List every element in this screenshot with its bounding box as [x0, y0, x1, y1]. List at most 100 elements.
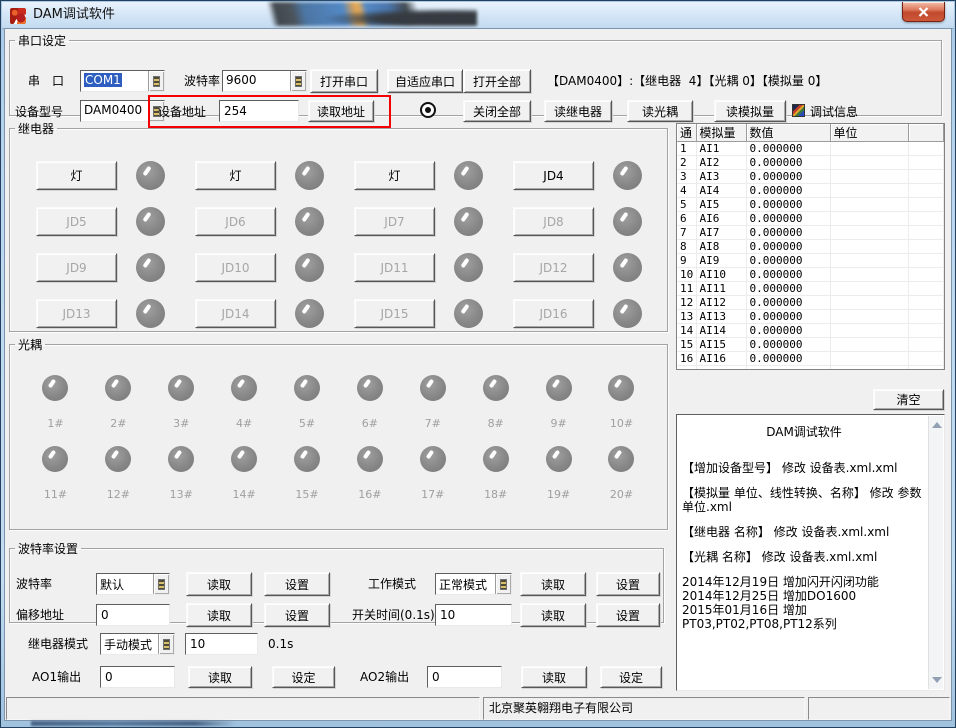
opto-cell: 3#: [150, 375, 213, 430]
relay-button[interactable]: JD10: [195, 253, 276, 282]
opto-channel-label: 8#: [488, 417, 504, 430]
relay-mode-time-input[interactable]: [185, 633, 258, 655]
baud-value: 9600: [223, 71, 290, 91]
offset-input[interactable]: [96, 604, 170, 626]
switch-time-input[interactable]: [435, 604, 512, 626]
log-box[interactable]: DAM调试软件 【增加设备型号】 修改 设备表.xml.xml【模拟量 单位、线…: [676, 414, 945, 691]
ao2-set-button[interactable]: 设定: [600, 666, 662, 688]
clear-button[interactable]: 清空: [873, 389, 944, 410]
ao2-read-button[interactable]: 读取: [521, 666, 587, 688]
col-header-value[interactable]: 数值: [746, 124, 830, 142]
work-mode-set-button[interactable]: 设置: [596, 572, 660, 596]
relay-button[interactable]: 灯: [354, 161, 435, 190]
col-header-analog[interactable]: 模拟量: [696, 124, 746, 142]
scroll-up-icon[interactable]: [932, 422, 942, 428]
open-all-button[interactable]: 打开全部: [463, 69, 531, 93]
opto-cell: 2#: [87, 375, 150, 430]
relay-button[interactable]: JD16: [513, 299, 594, 328]
opto-cell: 5#: [276, 375, 339, 430]
read-relay-button[interactable]: 读继电器: [544, 100, 612, 122]
analog-table-row[interactable]: 2 AI2 0.000000: [677, 156, 944, 170]
baud-default-dropdown[interactable]: [153, 574, 169, 594]
analog-table-row[interactable]: 7 AI7 0.000000: [677, 226, 944, 240]
col-header-channel[interactable]: 通: [677, 124, 696, 142]
close-all-button[interactable]: 关闭全部: [463, 100, 531, 122]
analog-table-row[interactable]: 3 AI3 0.000000: [677, 170, 944, 184]
ao1-read-button[interactable]: 读取: [188, 666, 252, 688]
baud-settings-group-label: 波特率设置: [15, 540, 81, 557]
analog-table-row[interactable]: 16 AI16 0.000000: [677, 352, 944, 366]
opto-led-indicator: [168, 375, 194, 401]
ao1-set-button[interactable]: 设定: [272, 666, 335, 688]
relay-mode-combo[interactable]: 手动模式: [100, 633, 175, 655]
log-history-line: 2014年12月19日 增加闪开闪闭功能: [682, 575, 926, 589]
baud-default-combo[interactable]: 默认: [96, 573, 170, 595]
analog-table-row[interactable]: 10 AI10 0.000000: [677, 268, 944, 282]
relay-button[interactable]: JD6: [195, 207, 276, 236]
read-opto-button[interactable]: 读光耦: [627, 100, 693, 122]
analog-table-row[interactable]: 6 AI6 0.000000: [677, 212, 944, 226]
read-address-button[interactable]: 读取地址: [308, 100, 374, 122]
opto-led-indicator: [357, 375, 383, 401]
opto-led-indicator: [231, 375, 257, 401]
relay-button[interactable]: JD8: [513, 207, 594, 236]
scroll-down-icon[interactable]: [932, 677, 942, 683]
port-combo[interactable]: COM1: [80, 70, 165, 92]
cell-channel: 8: [677, 240, 696, 254]
cell-channel: 2: [677, 156, 696, 170]
cell-analog: AI12: [696, 296, 746, 310]
analog-table-row[interactable]: 14 AI14 0.000000: [677, 324, 944, 338]
offset-read-button[interactable]: 读取: [186, 603, 252, 627]
relay-button[interactable]: JD5: [36, 207, 117, 236]
close-button[interactable]: [902, 2, 945, 22]
switch-time-set-button[interactable]: 设置: [596, 603, 660, 627]
cell-channel: 14: [677, 324, 696, 338]
analog-table-row[interactable]: 13 AI13 0.000000: [677, 310, 944, 324]
work-mode-read-button[interactable]: 读取: [520, 572, 586, 596]
analog-table-row[interactable]: 11 AI11 0.000000: [677, 282, 944, 296]
baud-combo[interactable]: 9600: [222, 70, 307, 92]
ao2-input[interactable]: [427, 666, 502, 688]
relay-button[interactable]: JD12: [513, 253, 594, 282]
analog-table-row[interactable]: 8 AI8 0.000000: [677, 240, 944, 254]
relay-led-indicator: [295, 161, 324, 190]
relay-button[interactable]: JD14: [195, 299, 276, 328]
opto-led-indicator: [546, 375, 572, 401]
relay-cell: JD4: [513, 161, 642, 190]
analog-table-row[interactable]: 12 AI12 0.000000: [677, 296, 944, 310]
port-combo-dropdown[interactable]: [148, 71, 164, 91]
open-serial-button[interactable]: 打开串口: [310, 69, 378, 93]
analog-table-row[interactable]: 9 AI9 0.000000: [677, 254, 944, 268]
offset-set-button[interactable]: 设置: [264, 603, 330, 627]
relay-button[interactable]: 灯: [195, 161, 276, 190]
analog-table-row[interactable]: 5 AI5 0.000000: [677, 198, 944, 212]
log-title: DAM调试软件: [682, 425, 926, 439]
analog-table-row[interactable]: 1 AI1 0.000000: [677, 142, 944, 156]
cell-value: 0.000000: [746, 156, 830, 170]
relay-button[interactable]: JD13: [36, 299, 117, 328]
work-mode-combo[interactable]: 正常模式: [435, 573, 512, 595]
cell-channel: 9: [677, 254, 696, 268]
relay-mode-dropdown[interactable]: [158, 634, 174, 654]
baud-combo-dropdown[interactable]: [290, 71, 306, 91]
ao1-input[interactable]: [100, 666, 175, 688]
relay-button[interactable]: JD15: [354, 299, 435, 328]
relay-button[interactable]: 灯: [36, 161, 117, 190]
relay-button[interactable]: JD9: [36, 253, 117, 282]
addr-input[interactable]: [219, 100, 299, 122]
work-mode-dropdown[interactable]: [495, 574, 511, 594]
opto-group-label: 光耦: [15, 336, 45, 353]
analog-table-row[interactable]: 15 AI15 0.000000: [677, 338, 944, 352]
adaptive-serial-button[interactable]: 自适应串口: [387, 69, 463, 93]
log-scrollbar[interactable]: [928, 416, 943, 689]
baud-set-button[interactable]: 设置: [264, 572, 330, 596]
baud-read-button[interactable]: 读取: [186, 572, 252, 596]
relay-button[interactable]: JD7: [354, 207, 435, 236]
col-header-unit[interactable]: 单位: [830, 124, 908, 142]
cell-value: 0.000000: [746, 282, 830, 296]
read-analog-button[interactable]: 读模拟量: [714, 100, 786, 122]
relay-button[interactable]: JD11: [354, 253, 435, 282]
analog-table-row[interactable]: 4 AI4 0.000000: [677, 184, 944, 198]
relay-button[interactable]: JD4: [513, 161, 594, 190]
switch-time-read-button[interactable]: 读取: [520, 603, 586, 627]
